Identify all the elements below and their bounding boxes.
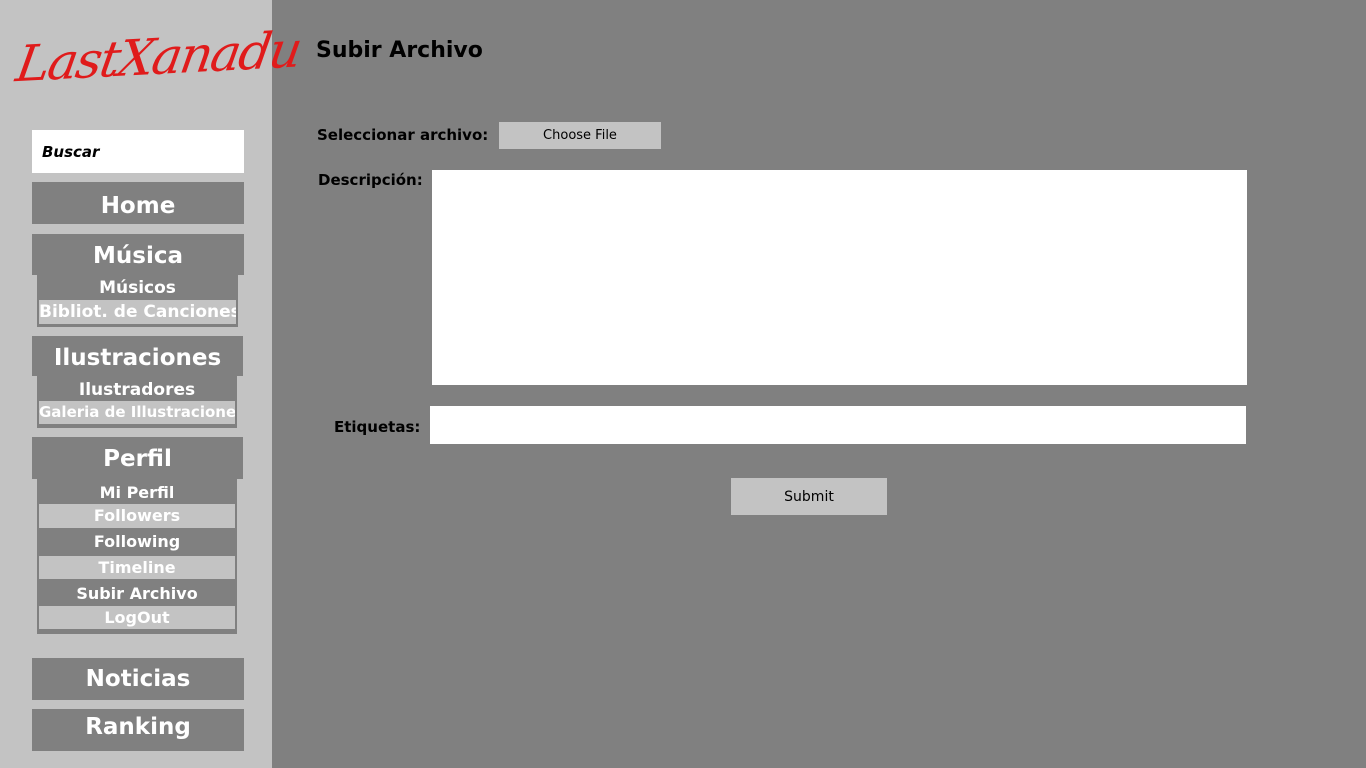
nav-musica[interactable]: Música (32, 234, 244, 275)
submenu-item-biblioteca-canciones[interactable]: Bibliot. de Canciones (39, 300, 236, 324)
tags-input[interactable] (430, 406, 1246, 444)
submenu-item-ilustradores[interactable]: Ilustradores (37, 379, 237, 401)
submenu-item-galeria-ilustraciones[interactable]: Galeria de Illustraciones (39, 401, 235, 424)
nav-noticias[interactable]: Noticias (32, 658, 244, 700)
search-input[interactable] (32, 130, 244, 173)
nav-home[interactable]: Home (32, 182, 244, 224)
page-title: Subir Archivo (316, 38, 483, 63)
tags-label: Etiquetas: (334, 418, 421, 436)
submenu-item-logout[interactable]: LogOut (39, 606, 235, 629)
submenu-ilustraciones: Ilustradores Galeria de Illustraciones (37, 376, 237, 428)
submenu-item-musicos[interactable]: Músicos (37, 277, 238, 300)
submenu-musica: Músicos Bibliot. de Canciones (37, 275, 238, 327)
file-label: Seleccionar archivo: (317, 126, 489, 144)
submenu-item-subir-archivo[interactable]: Subir Archivo (37, 582, 237, 606)
submit-button[interactable]: Submit (731, 478, 887, 515)
logo[interactable]: LastXanadu (10, 10, 304, 106)
nav-ilustraciones[interactable]: Ilustraciones (32, 336, 243, 376)
submenu-item-following[interactable]: Following (37, 530, 237, 554)
nav-ranking[interactable]: Ranking (32, 709, 244, 751)
description-label: Descripción: (318, 171, 423, 189)
submenu-item-mi-perfil[interactable]: Mi Perfil (37, 481, 237, 504)
submenu-item-followers[interactable]: Followers (39, 504, 235, 528)
sidebar: LastXanadu Home Música Músicos Bibliot. … (0, 0, 305, 768)
choose-file-button[interactable]: Choose File (499, 122, 661, 149)
submenu-perfil: Mi Perfil Followers Following Timeline S… (37, 479, 237, 634)
nav-perfil[interactable]: Perfil (32, 437, 243, 479)
submenu-item-timeline[interactable]: Timeline (39, 556, 235, 579)
description-textarea[interactable] (432, 170, 1247, 385)
